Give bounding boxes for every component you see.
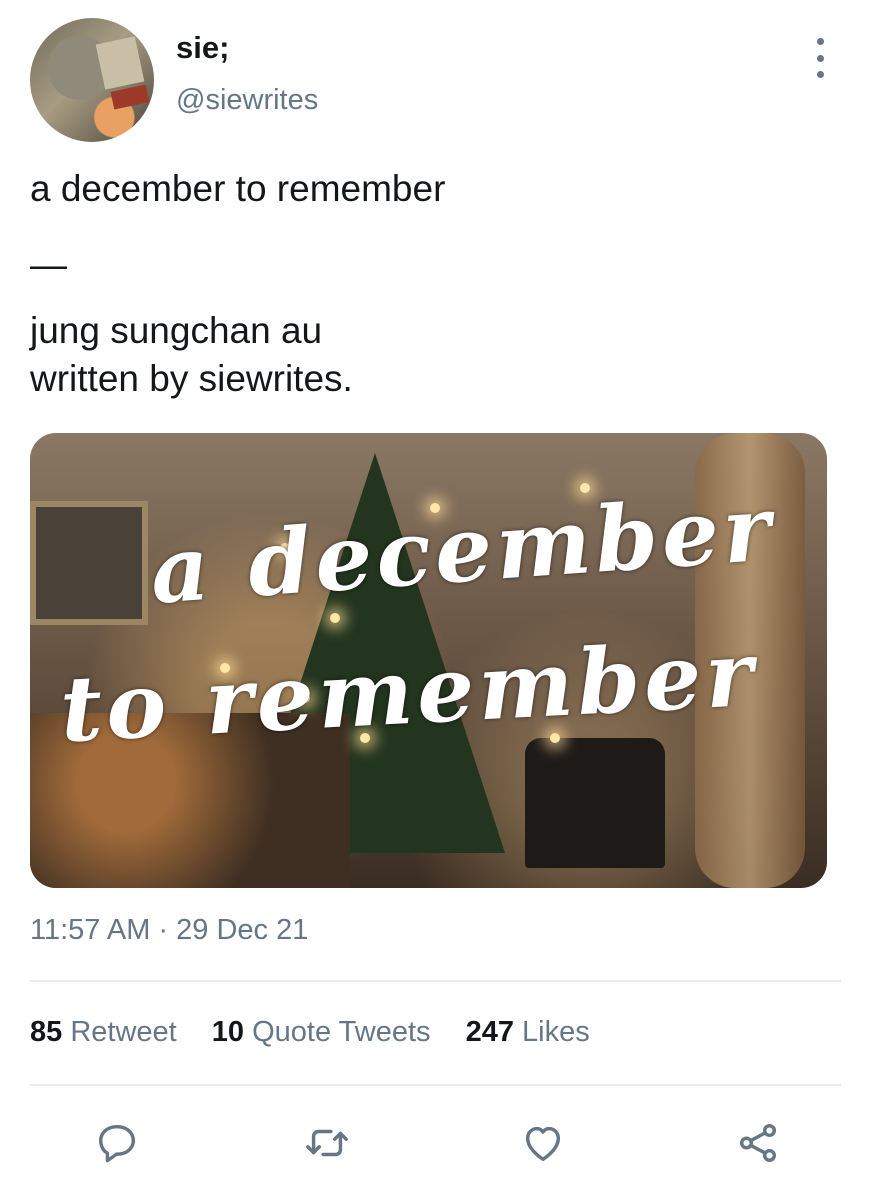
retweet-button[interactable] [302, 1118, 352, 1168]
light [330, 613, 340, 623]
chair [525, 738, 665, 868]
avatar-book-shape [95, 36, 145, 90]
tweet-text-line: written by siewrites. [30, 358, 353, 399]
stat-label: Quote Tweets [252, 1016, 431, 1048]
dot [816, 38, 824, 45]
quote-tweet-count[interactable]: 10 Quote Tweets [212, 1016, 431, 1048]
tweet-text-line: — [30, 244, 67, 285]
display-name[interactable]: sie; [176, 30, 229, 66]
retweet-count[interactable]: 85 Retweet [30, 1016, 177, 1048]
dot [816, 54, 824, 62]
heart-icon [525, 1126, 561, 1162]
avatar-book-shape [110, 84, 150, 110]
more-options-icon[interactable] [806, 38, 834, 78]
share-icon [739, 1124, 777, 1162]
tweet-timestamp[interactable]: 11:57 AM · 29 Dec 21 [30, 914, 308, 947]
tweet-text-line: a december to remember [30, 168, 446, 209]
like-count[interactable]: 247 Likes [466, 1016, 590, 1048]
share-button[interactable] [733, 1118, 783, 1168]
user-handle[interactable]: @siewrites [176, 84, 318, 117]
dot [816, 71, 824, 78]
avatar[interactable] [30, 18, 154, 142]
reply-button[interactable] [92, 1118, 142, 1168]
retweet-icon [306, 1129, 348, 1157]
divider [30, 1084, 841, 1086]
stat-label: Likes [522, 1016, 590, 1048]
stat-number: 85 [30, 1016, 63, 1048]
divider [30, 980, 841, 982]
reply-icon [98, 1124, 136, 1163]
tweet-stats: 85 Retweet 10 Quote Tweets 247 Likes [30, 1016, 617, 1049]
stat-number: 10 [211, 1016, 245, 1048]
tweet-image[interactable]: a december to remember [30, 433, 827, 888]
like-button[interactable] [518, 1118, 568, 1168]
stat-label: Retweet [70, 1016, 177, 1048]
stat-number: 247 [465, 1016, 514, 1048]
picture-frame [30, 501, 148, 625]
image-overlay-text: a december [147, 475, 778, 625]
tweet-text-line: jung sungchan au [30, 310, 323, 351]
